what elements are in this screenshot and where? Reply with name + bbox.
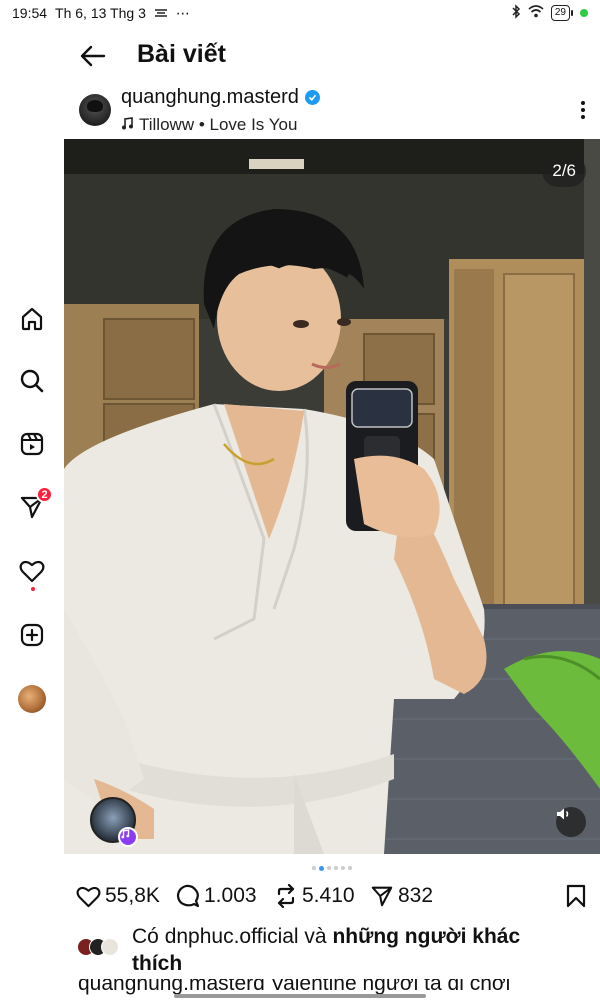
music-note-badge-icon — [118, 827, 138, 847]
liked-by-text: Có dnphuc.official và những người khác t… — [132, 925, 521, 975]
create-icon[interactable] — [17, 620, 47, 650]
direct-messages-icon[interactable]: 2 — [17, 486, 53, 522]
avatar — [18, 685, 46, 713]
messages-badge: 2 — [36, 486, 53, 503]
bluetooth-icon — [511, 4, 521, 22]
post-actions: 55,8K 1.003 5.410 832 — [64, 880, 600, 914]
verified-badge-icon — [304, 90, 320, 105]
author-avatar[interactable] — [79, 94, 111, 126]
status-share-icon — [154, 5, 168, 21]
music-note-icon — [121, 115, 133, 135]
author-username[interactable]: quanghung.masterd — [121, 86, 299, 109]
bookmark-icon[interactable] — [566, 884, 586, 914]
author-username-row[interactable]: quanghung.masterd — [121, 86, 320, 109]
carousel-dot — [348, 866, 352, 870]
repost-icon — [277, 884, 295, 908]
status-time: 19:54 — [12, 5, 48, 21]
share-button[interactable]: 832 — [370, 884, 433, 908]
home-indicator[interactable] — [174, 994, 426, 998]
battery-icon: 29 — [550, 5, 573, 21]
more-options-icon[interactable] — [580, 100, 586, 120]
notification-dot — [31, 587, 35, 591]
carousel-dot — [341, 866, 345, 870]
carousel-dot — [327, 866, 331, 870]
heart-icon — [76, 886, 101, 907]
home-icon[interactable] — [17, 304, 47, 334]
reels-icon[interactable] — [17, 429, 47, 459]
sound-toggle-button[interactable] — [556, 807, 586, 837]
status-date: Th 6, 13 Thg 3 — [55, 5, 146, 21]
music-info[interactable]: Tilloww • Love Is You — [121, 115, 297, 135]
send-icon — [371, 886, 393, 907]
page-header: Bài viết — [64, 30, 600, 82]
carousel-dot-active — [319, 865, 324, 871]
liked-by-others-link[interactable]: những người khác — [332, 925, 520, 948]
repost-count: 5.410 — [302, 884, 355, 907]
status-extra: ⋯ — [175, 4, 190, 21]
post-header: quanghung.masterd Tilloww • Love Is You — [64, 82, 600, 138]
like-count: 55,8K — [105, 884, 160, 907]
share-count: 832 — [398, 884, 434, 907]
back-arrow-icon[interactable] — [78, 42, 108, 70]
repost-button[interactable]: 5.410 — [274, 884, 355, 908]
like-button[interactable]: 55,8K — [76, 884, 160, 908]
page-title: Bài viết — [137, 40, 226, 68]
camera-indicator-dot — [580, 9, 588, 17]
status-bar: 19:54 Th 6, 13 Thg 3 ⋯ 29 — [0, 0, 600, 26]
comment-button[interactable]: 1.003 — [176, 884, 257, 908]
liked-by-user-link[interactable]: dnphuc.official — [165, 925, 299, 948]
music-label: Tilloww • Love Is You — [139, 115, 298, 134]
carousel-indicator — [312, 865, 352, 871]
slide-counter: 2/6 — [542, 155, 586, 187]
post-photo[interactable]: 2/6 — [64, 139, 600, 854]
post-caption[interactable]: quanghung.masterd Valentine người ta đi … — [78, 979, 600, 1005]
notifications-icon[interactable] — [17, 556, 47, 591]
wifi-icon — [528, 5, 544, 21]
photo-illustration — [64, 139, 600, 854]
speaker-icon — [557, 808, 569, 820]
search-icon[interactable] — [17, 366, 47, 396]
carousel-dot — [334, 866, 338, 870]
comment-count: 1.003 — [204, 884, 257, 907]
liked-by-avatars — [77, 938, 119, 956]
carousel-dot — [312, 866, 316, 870]
comment-icon — [176, 884, 200, 908]
avatar — [101, 938, 119, 956]
battery-level: 29 — [550, 5, 570, 21]
profile-avatar[interactable] — [17, 684, 47, 714]
